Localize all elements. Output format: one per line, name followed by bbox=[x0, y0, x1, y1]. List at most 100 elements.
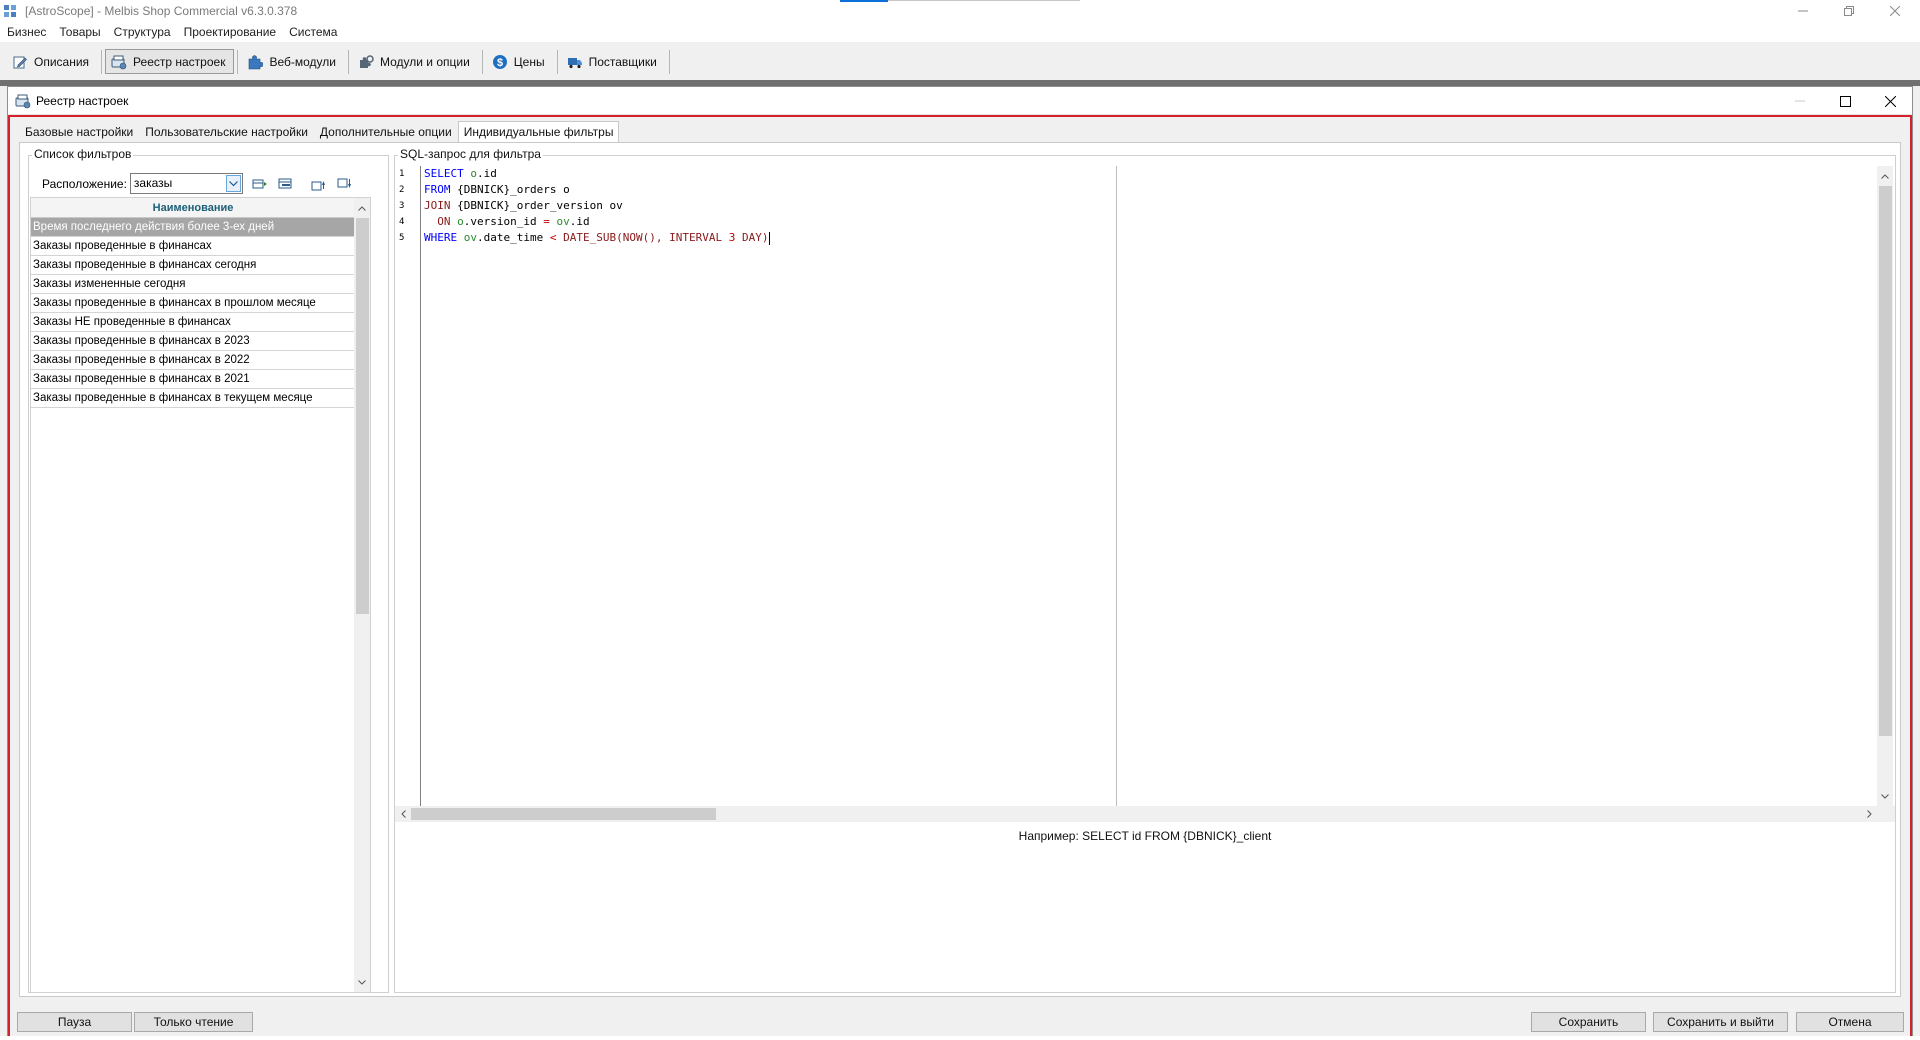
table-row[interactable]: Заказы проведенные в финансах сегодня bbox=[31, 256, 355, 275]
add-filter-icon[interactable] bbox=[251, 175, 269, 193]
sql-line: ON o.version_id = ov.id bbox=[437, 215, 590, 228]
child-close-button[interactable] bbox=[1868, 87, 1912, 115]
tab-user-settings[interactable]: Пользовательские настройки bbox=[139, 121, 314, 142]
menu-bar: Бизнес Товары Структура Проектирование С… bbox=[0, 22, 1920, 42]
table-row[interactable]: Заказы проведенные в финансах в 2023 bbox=[31, 332, 355, 351]
sql-editor[interactable]: 1 2 3 4 5 SELECT o.id FROM {DBNICK}_orde… bbox=[395, 166, 1895, 806]
table-row[interactable]: Заказы проведенные в финансах в прошлом … bbox=[31, 294, 355, 313]
svg-text:$: $ bbox=[497, 57, 503, 69]
line-number: 4 bbox=[399, 217, 405, 227]
toolbar-suppliers-label: Поставщики bbox=[588, 54, 657, 69]
restore-button[interactable] bbox=[1826, 0, 1872, 22]
puzzle-icon bbox=[247, 54, 264, 70]
tab-additional-options[interactable]: Дополнительные опции bbox=[314, 121, 458, 142]
sql-line: JOIN {DBNICK}_order_version ov bbox=[424, 199, 623, 212]
readonly-button[interactable]: Только чтение bbox=[134, 1012, 253, 1032]
edit-filter-icon[interactable] bbox=[277, 175, 295, 193]
main-toolbar: Описания Реестр настроек Веб-модули Моду… bbox=[0, 45, 1920, 78]
toolbar-separator bbox=[556, 49, 558, 74]
scroll-down-icon[interactable] bbox=[1877, 788, 1893, 804]
table-row[interactable]: Заказы измененные сегодня bbox=[31, 275, 355, 294]
toolbar-separator bbox=[347, 49, 349, 74]
menu-business[interactable]: Бизнес bbox=[0, 25, 52, 39]
menu-system[interactable]: Система bbox=[282, 25, 343, 39]
tab-individual-filters[interactable]: Индивидуальные фильтры bbox=[457, 121, 620, 142]
pause-button[interactable]: Пауза bbox=[17, 1012, 132, 1032]
child-minimize-button[interactable] bbox=[1778, 87, 1822, 115]
toolbar-separator bbox=[101, 49, 103, 74]
scroll-up-icon[interactable] bbox=[354, 200, 370, 216]
main-title-bar: [AstroScope] - Melbis Shop Commercial v6… bbox=[0, 0, 1920, 22]
toolbar-modules-button[interactable]: Модули и опции bbox=[352, 49, 479, 74]
toolbar-prices-label: Цены bbox=[513, 54, 545, 69]
text-caret bbox=[769, 231, 771, 245]
toolbar-registry-label: Реестр настроек bbox=[133, 54, 226, 69]
filter-grid: Наименование Время последнего действия б… bbox=[30, 197, 371, 993]
column-header-name[interactable]: Наименование bbox=[31, 198, 355, 218]
sql-editor-vscroll[interactable] bbox=[1877, 166, 1893, 806]
sql-editor-hscroll[interactable] bbox=[395, 806, 1895, 822]
scroll-down-icon[interactable] bbox=[354, 974, 370, 990]
line-number: 2 bbox=[399, 185, 405, 195]
sql-hint: Например: SELECT id FROM {DBNICK}_client bbox=[1018, 829, 1272, 843]
toolbar-webmodules-button[interactable]: Веб-модули bbox=[241, 49, 345, 74]
menu-structure[interactable]: Структура bbox=[107, 25, 177, 39]
sql-code[interactable]: SELECT o.id FROM {DBNICK}_orders o JOIN … bbox=[424, 166, 771, 246]
scroll-right-icon[interactable] bbox=[1861, 806, 1877, 822]
sql-line: FROM {DBNICK}_orders o bbox=[424, 183, 570, 196]
save-button[interactable]: Сохранить bbox=[1531, 1012, 1646, 1032]
menu-design[interactable]: Проектирование bbox=[177, 25, 283, 39]
location-select[interactable]: заказы bbox=[129, 173, 243, 194]
location-row: Расположение: заказы bbox=[42, 173, 353, 194]
toolbar-modules-label: Модули и опции bbox=[379, 54, 470, 69]
taskbar-edge bbox=[0, 1036, 1920, 1040]
truck-icon bbox=[567, 54, 583, 70]
filter-rows: Время последнего действия более 3-ех дне… bbox=[31, 218, 355, 408]
filter-grid-vscroll-thumb[interactable] bbox=[356, 218, 369, 614]
table-row[interactable]: Время последнего действия более 3-ех дне… bbox=[31, 218, 355, 237]
toolbar-registry-button[interactable]: Реестр настроек bbox=[105, 49, 235, 74]
settings-tabs: Базовые настройки Пользовательские настр… bbox=[19, 121, 620, 142]
title-divider bbox=[888, 0, 1080, 1]
move-up-icon[interactable] bbox=[309, 175, 327, 193]
table-row[interactable]: Заказы проведенные в финансах в текущем … bbox=[31, 389, 355, 408]
move-down-icon[interactable] bbox=[335, 175, 353, 193]
registry-icon bbox=[15, 93, 31, 109]
save-and-exit-button[interactable]: Сохранить и выйти bbox=[1653, 1012, 1788, 1032]
app-grid-icon bbox=[3, 3, 19, 19]
location-label: Расположение: bbox=[42, 176, 127, 191]
filter-grid-vscroll[interactable] bbox=[354, 198, 370, 992]
minimize-button[interactable] bbox=[1780, 0, 1826, 22]
toolbar-webmodules-label: Веб-модули bbox=[269, 54, 336, 69]
sql-editor-hscroll-thumb[interactable] bbox=[411, 808, 716, 820]
table-row[interactable]: Заказы проведенные в финансах bbox=[31, 237, 355, 256]
registry-window-title: Реестр настроек bbox=[36, 93, 129, 108]
scroll-up-icon[interactable] bbox=[1877, 168, 1893, 184]
toolbar-separator bbox=[237, 49, 239, 74]
toolbar-descriptions-button[interactable]: Описания bbox=[6, 49, 98, 74]
chevron-down-icon[interactable] bbox=[225, 175, 241, 192]
window-title: [AstroScope] - Melbis Shop Commercial v6… bbox=[25, 4, 298, 18]
filter-list-group-label: Список фильтров bbox=[32, 147, 134, 161]
registry-window-body: Базовые настройки Пользовательские настр… bbox=[8, 115, 1912, 1039]
edit-icon bbox=[12, 54, 28, 70]
scroll-left-icon[interactable] bbox=[395, 806, 411, 822]
table-row[interactable]: Заказы НЕ проведенные в финансах bbox=[31, 313, 355, 332]
close-button[interactable] bbox=[1872, 0, 1918, 22]
line-number: 3 bbox=[399, 201, 405, 211]
menu-products[interactable]: Товары bbox=[52, 25, 106, 39]
registry-window: Реестр настроек Базовые настройки Пользо… bbox=[7, 86, 1913, 1040]
child-maximize-button[interactable] bbox=[1823, 87, 1867, 115]
toolbar-prices-button[interactable]: $ Цены bbox=[486, 49, 554, 74]
table-row[interactable]: Заказы проведенные в финансах в 2022 bbox=[31, 351, 355, 370]
sql-query-group: 1 2 3 4 5 SELECT o.id FROM {DBNICK}_orde… bbox=[394, 155, 1896, 993]
right-margin-guide bbox=[1116, 166, 1117, 806]
toolbar-separator bbox=[481, 49, 483, 74]
registry-window-title-bar: Реестр настроек bbox=[8, 87, 1912, 115]
sql-editor-vscroll-thumb[interactable] bbox=[1879, 186, 1892, 736]
table-row[interactable]: Заказы проведенные в финансах в 2021 bbox=[31, 370, 355, 389]
toolbar-suppliers-button[interactable]: Поставщики bbox=[561, 49, 666, 74]
cancel-button[interactable]: Отмена bbox=[1796, 1012, 1904, 1032]
tab-basic-settings[interactable]: Базовые настройки bbox=[19, 121, 139, 142]
line-number: 5 bbox=[399, 233, 405, 243]
